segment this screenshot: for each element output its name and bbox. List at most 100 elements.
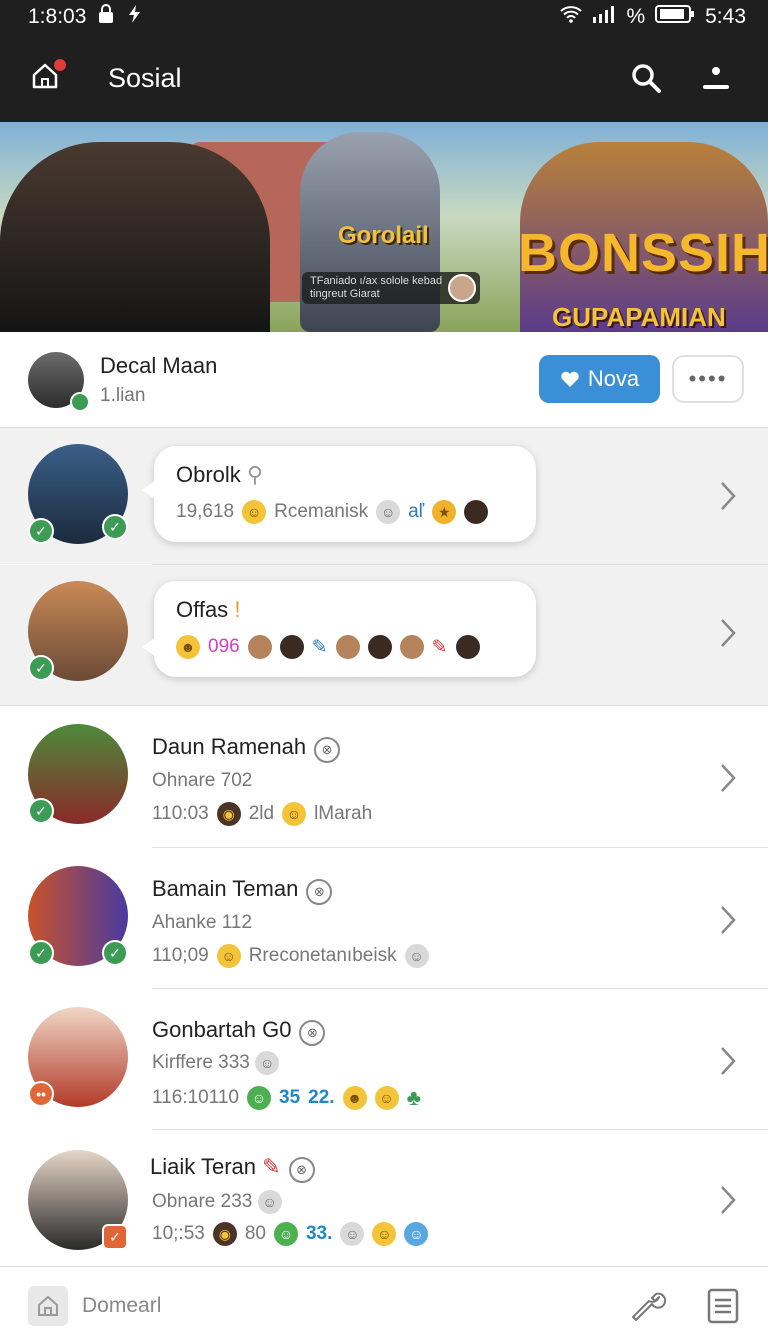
more-button[interactable]: ••••	[672, 355, 744, 403]
chevron-right-icon	[721, 619, 736, 647]
avatar-emoji-icon	[367, 635, 392, 659]
chat-extra: aľ	[408, 501, 425, 522]
pin-emoji-icon: ✎	[262, 1154, 281, 1179]
tools-button[interactable]	[630, 1286, 670, 1326]
avatar: ✓	[28, 724, 128, 824]
contact-text: lMarah	[314, 803, 373, 824]
chat-count: 096	[208, 636, 240, 657]
contact-meta: 10;:53 ◉ 80 ☺ 33. ☺ ☺ ☺	[152, 1222, 429, 1246]
avatar-emoji-icon	[335, 635, 360, 659]
search-button[interactable]	[624, 56, 668, 100]
check-badge-icon: ✓	[28, 518, 54, 544]
avatar-emoji-icon	[247, 635, 272, 659]
wifi-icon	[560, 5, 583, 29]
grimace-emoji-icon: ☺	[340, 1222, 365, 1246]
home-button[interactable]	[30, 59, 66, 95]
chevron-right-icon	[721, 482, 736, 510]
grin-emoji-icon: ☺	[273, 1222, 298, 1246]
chat-bubble[interactable]: Offas ! ☻ 096 ✎ ✎	[142, 581, 536, 677]
pencil-emoji-icon: ✎	[311, 636, 328, 658]
contact-name: Bamain Teman ⊗	[152, 876, 333, 905]
notification-dot	[54, 59, 66, 71]
smile-emoji-icon: ☺	[372, 1222, 397, 1246]
muted-icon: ⊗	[314, 737, 341, 763]
status-bar: 1:8:03 % 5:43	[0, 0, 768, 34]
chat-row[interactable]: ✓ ✓ Obrolk ⚲ 19,618 ☺ Rcemanisk ☺ aľ ★	[0, 428, 768, 564]
list-item[interactable]: ✓ Daun Ramenah ⊗ Ohnare 702 110:03 ◉ 2ld …	[0, 706, 768, 847]
avatar[interactable]	[28, 351, 90, 412]
contact-count-b: 33.	[305, 1223, 333, 1244]
status-time-left: 1:8:03	[28, 5, 87, 28]
check-badge-icon: ✓	[102, 940, 128, 966]
laugh-emoji-icon: ☻	[342, 1086, 367, 1110]
check-badge-icon: ✓	[28, 940, 54, 966]
contact-extra: 2ld	[248, 803, 275, 824]
bottom-label[interactable]: Domearl	[82, 1294, 630, 1318]
muted-icon: ⊗	[299, 1020, 326, 1046]
star-emoji-icon: ★	[432, 500, 457, 524]
chevron-right-icon	[721, 1186, 736, 1214]
grimace-emoji-icon: ☺	[257, 1190, 282, 1214]
contact-name: Gonbartah G0 ⊗	[152, 1017, 326, 1046]
battery-icon	[655, 4, 695, 30]
contact-sub: Ohnare 702	[152, 770, 253, 791]
contact-text: Rreconetanıbeisk	[248, 945, 397, 966]
contact-name: Daun Ramenah ⊗	[152, 734, 341, 763]
grimace-emoji-icon: ☺	[255, 1051, 280, 1075]
app-bar: Sosial	[0, 34, 768, 122]
chat-title: Offas !	[176, 597, 241, 622]
nova-label: Nova	[587, 366, 640, 391]
contact-meta: 116:10110 ☺ 35 22. ☻ ☺ ♣	[152, 1085, 421, 1111]
contact-count-a: 35	[279, 1087, 301, 1108]
banner-game-title: Gorolail	[338, 222, 429, 249]
check-badge-icon: ✓	[28, 798, 54, 824]
list-item[interactable]: ✓ Liaik Teran ✎ ⊗ Obnare 233 ☺ 10;:53 ◉ 8…	[0, 1130, 768, 1266]
person-icon	[703, 67, 729, 89]
check-badge-icon: ✓	[102, 514, 128, 540]
avatar: ✓	[28, 581, 128, 681]
chat-row[interactable]: ✓ Offas ! ☻ 096 ✎ ✎	[0, 565, 768, 705]
muted-icon: ⊗	[306, 879, 333, 905]
chat-meta: ☻ 096 ✎ ✎	[176, 635, 514, 659]
contact-time: 110;09	[152, 945, 209, 966]
game-banner[interactable]: Gorolail TFaniado ı/ax solole kebad ting…	[0, 122, 768, 332]
home-tab-button[interactable]	[28, 1285, 68, 1326]
account-button[interactable]	[694, 56, 738, 100]
grimace-emoji-icon: ☺	[376, 500, 401, 524]
badge-emoji-icon: ◉	[216, 802, 241, 826]
laugh-emoji-icon: ☻	[176, 635, 200, 659]
lock-icon	[96, 4, 116, 30]
chevron-right-icon	[721, 764, 736, 792]
contact-count-a: 80	[244, 1223, 266, 1244]
contact-sub: Kirffere 333 ☺	[152, 1051, 280, 1075]
contact-sub: Ahanke 112	[152, 912, 253, 933]
heart-icon	[561, 371, 579, 387]
grin-emoji-icon: ☺	[247, 1086, 271, 1110]
check-badge-icon: ✓	[102, 1224, 128, 1250]
signal-icon	[592, 5, 616, 29]
status-time: 5:43	[705, 5, 746, 28]
home-icon	[38, 1295, 58, 1316]
list-item[interactable]: ✓ ✓ Bamain Teman ⊗ Ahanke 112 110;09 ☺ Rr…	[0, 848, 768, 988]
smile-emoji-icon: ☺	[374, 1086, 399, 1110]
banner-caption-avatar	[448, 274, 476, 302]
chat-meta: 19,618 ☺ Rcemanisk ☺ aľ ★	[176, 500, 514, 524]
chat-bubble[interactable]: Obrolk ⚲ 19,618 ☺ Rcemanisk ☺ aľ ★	[142, 446, 536, 542]
page-title: Sosial	[108, 62, 182, 93]
wrench-icon	[632, 1292, 667, 1321]
avatar: ✓ ✓	[28, 444, 128, 544]
profile-header: Decal Maan 1.lian Nova ••••	[0, 332, 768, 428]
avatar-emoji-icon: ☺	[404, 1222, 429, 1246]
chevron-right-icon	[721, 906, 736, 934]
list-item[interactable]: •• Gonbartah G0 ⊗ Kirffere 333 ☺ 116:1011…	[0, 989, 768, 1129]
more-icon: ••••	[688, 366, 728, 391]
nova-button[interactable]: Nova	[539, 355, 660, 403]
contact-time: 10;:53	[152, 1223, 205, 1244]
contact-name: Liaik Teran ✎ ⊗	[150, 1154, 315, 1183]
avatar-emoji-icon	[455, 635, 480, 659]
clover-emoji-icon: ♣	[406, 1085, 421, 1110]
check-badge-icon: ✓	[28, 655, 54, 681]
link-icon: ⚲	[246, 462, 264, 487]
notes-button[interactable]	[706, 1288, 740, 1324]
banner-subtitle: GUPAPAMIAN	[552, 302, 726, 332]
